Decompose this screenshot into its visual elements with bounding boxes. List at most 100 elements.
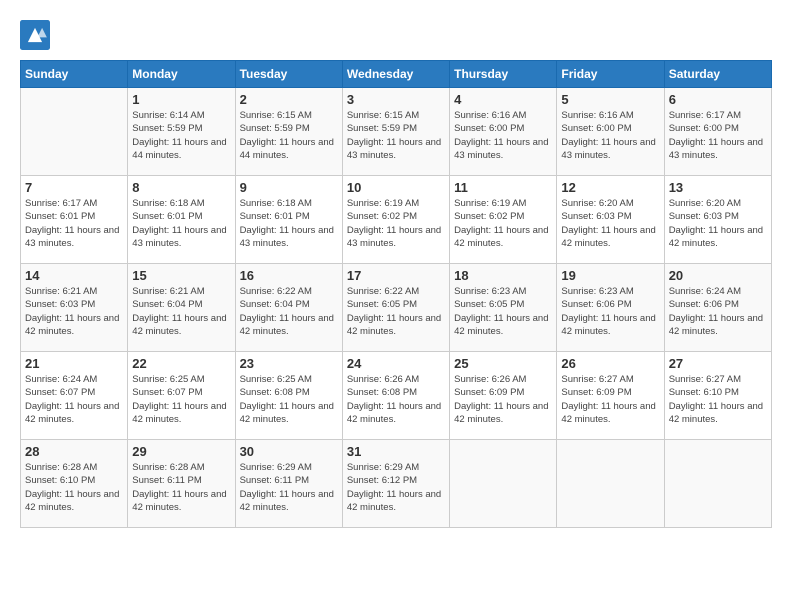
day-number: 11 — [454, 180, 552, 195]
day-number: 8 — [132, 180, 230, 195]
day-info: Sunrise: 6:25 AM Sunset: 6:08 PM Dayligh… — [240, 373, 338, 426]
calendar-week-row: 1 Sunrise: 6:14 AM Sunset: 5:59 PM Daylig… — [21, 88, 772, 176]
calendar-cell: 10 Sunrise: 6:19 AM Sunset: 6:02 PM Dayli… — [342, 176, 449, 264]
day-info: Sunrise: 6:24 AM Sunset: 6:06 PM Dayligh… — [669, 285, 767, 338]
day-info: Sunrise: 6:22 AM Sunset: 6:05 PM Dayligh… — [347, 285, 445, 338]
calendar-cell: 15 Sunrise: 6:21 AM Sunset: 6:04 PM Dayli… — [128, 264, 235, 352]
day-number: 24 — [347, 356, 445, 371]
header-saturday: Saturday — [664, 61, 771, 88]
day-info: Sunrise: 6:21 AM Sunset: 6:03 PM Dayligh… — [25, 285, 123, 338]
day-info: Sunrise: 6:27 AM Sunset: 6:09 PM Dayligh… — [561, 373, 659, 426]
day-number: 1 — [132, 92, 230, 107]
day-info: Sunrise: 6:16 AM Sunset: 6:00 PM Dayligh… — [561, 109, 659, 162]
day-number: 22 — [132, 356, 230, 371]
calendar-cell: 1 Sunrise: 6:14 AM Sunset: 5:59 PM Daylig… — [128, 88, 235, 176]
calendar-cell: 18Sunrise: 6:23 AM Sunset: 6:05 PM Dayli… — [450, 264, 557, 352]
calendar-cell: 3 Sunrise: 6:15 AM Sunset: 5:59 PM Daylig… — [342, 88, 449, 176]
calendar-cell: 8 Sunrise: 6:18 AM Sunset: 6:01 PM Daylig… — [128, 176, 235, 264]
day-info: Sunrise: 6:28 AM Sunset: 6:11 PM Dayligh… — [132, 461, 230, 514]
day-number: 4 — [454, 92, 552, 107]
calendar-cell: 24 Sunrise: 6:26 AM Sunset: 6:08 PM Dayli… — [342, 352, 449, 440]
day-number: 21 — [25, 356, 123, 371]
day-number: 20 — [669, 268, 767, 283]
day-info: Sunrise: 6:21 AM Sunset: 6:04 PM Dayligh… — [132, 285, 230, 338]
header-tuesday: Tuesday — [235, 61, 342, 88]
day-info: Sunrise: 6:18 AM Sunset: 6:01 PM Dayligh… — [132, 197, 230, 250]
day-info: Sunrise: 6:15 AM Sunset: 5:59 PM Dayligh… — [347, 109, 445, 162]
day-info: Sunrise: 6:19 AM Sunset: 6:02 PM Dayligh… — [347, 197, 445, 250]
day-info: Sunrise: 6:20 AM Sunset: 6:03 PM Dayligh… — [561, 197, 659, 250]
day-info: Sunrise: 6:15 AM Sunset: 5:59 PM Dayligh… — [240, 109, 338, 162]
day-info: Sunrise: 6:26 AM Sunset: 6:08 PM Dayligh… — [347, 373, 445, 426]
day-info: Sunrise: 6:26 AM Sunset: 6:09 PM Dayligh… — [454, 373, 552, 426]
calendar-cell — [664, 440, 771, 528]
calendar-cell — [21, 88, 128, 176]
day-number: 30 — [240, 444, 338, 459]
calendar-cell: 7Sunrise: 6:17 AM Sunset: 6:01 PM Daylig… — [21, 176, 128, 264]
day-number: 14 — [25, 268, 123, 283]
calendar-cell: 29Sunrise: 6:28 AM Sunset: 6:11 PM Dayli… — [128, 440, 235, 528]
day-info: Sunrise: 6:22 AM Sunset: 6:04 PM Dayligh… — [240, 285, 338, 338]
calendar-cell: 28Sunrise: 6:28 AM Sunset: 6:10 PM Dayli… — [21, 440, 128, 528]
calendar-cell: 19Sunrise: 6:23 AM Sunset: 6:06 PM Dayli… — [557, 264, 664, 352]
day-number: 16 — [240, 268, 338, 283]
day-number: 25 — [454, 356, 552, 371]
calendar-week-row: 28Sunrise: 6:28 AM Sunset: 6:10 PM Dayli… — [21, 440, 772, 528]
day-number: 2 — [240, 92, 338, 107]
calendar-cell: 23 Sunrise: 6:25 AM Sunset: 6:08 PM Dayli… — [235, 352, 342, 440]
calendar-cell: 5 Sunrise: 6:16 AM Sunset: 6:00 PM Daylig… — [557, 88, 664, 176]
calendar-week-row: 14 Sunrise: 6:21 AM Sunset: 6:03 PM Dayli… — [21, 264, 772, 352]
day-info: Sunrise: 6:29 AM Sunset: 6:12 PM Dayligh… — [347, 461, 445, 514]
day-number: 12 — [561, 180, 659, 195]
calendar-week-row: 7Sunrise: 6:17 AM Sunset: 6:01 PM Daylig… — [21, 176, 772, 264]
day-info: Sunrise: 6:23 AM Sunset: 6:06 PM Dayligh… — [561, 285, 659, 338]
calendar-cell: 11Sunrise: 6:19 AM Sunset: 6:02 PM Dayli… — [450, 176, 557, 264]
page-header — [20, 20, 772, 50]
calendar-cell: 16 Sunrise: 6:22 AM Sunset: 6:04 PM Dayli… — [235, 264, 342, 352]
day-info: Sunrise: 6:17 AM Sunset: 6:01 PM Dayligh… — [25, 197, 123, 250]
calendar-cell: 27 Sunrise: 6:27 AM Sunset: 6:10 PM Dayli… — [664, 352, 771, 440]
day-number: 28 — [25, 444, 123, 459]
day-info: Sunrise: 6:27 AM Sunset: 6:10 PM Dayligh… — [669, 373, 767, 426]
day-number: 10 — [347, 180, 445, 195]
day-number: 17 — [347, 268, 445, 283]
calendar-cell: 20 Sunrise: 6:24 AM Sunset: 6:06 PM Dayli… — [664, 264, 771, 352]
day-info: Sunrise: 6:24 AM Sunset: 6:07 PM Dayligh… — [25, 373, 123, 426]
calendar-table: SundayMondayTuesdayWednesdayThursdayFrid… — [20, 60, 772, 528]
calendar-cell: 2 Sunrise: 6:15 AM Sunset: 5:59 PM Daylig… — [235, 88, 342, 176]
header-friday: Friday — [557, 61, 664, 88]
day-info: Sunrise: 6:14 AM Sunset: 5:59 PM Dayligh… — [132, 109, 230, 162]
calendar-cell: 21 Sunrise: 6:24 AM Sunset: 6:07 PM Dayli… — [21, 352, 128, 440]
calendar-cell: 6 Sunrise: 6:17 AM Sunset: 6:00 PM Daylig… — [664, 88, 771, 176]
day-info: Sunrise: 6:23 AM Sunset: 6:05 PM Dayligh… — [454, 285, 552, 338]
calendar-cell — [450, 440, 557, 528]
logo-icon — [20, 20, 50, 50]
calendar-cell: 13Sunrise: 6:20 AM Sunset: 6:03 PM Dayli… — [664, 176, 771, 264]
calendar-cell: 31 Sunrise: 6:29 AM Sunset: 6:12 PM Dayli… — [342, 440, 449, 528]
day-number: 15 — [132, 268, 230, 283]
logo — [20, 20, 54, 50]
calendar-cell: 9Sunrise: 6:18 AM Sunset: 6:01 PM Daylig… — [235, 176, 342, 264]
day-number: 26 — [561, 356, 659, 371]
calendar-cell: 26 Sunrise: 6:27 AM Sunset: 6:09 PM Dayli… — [557, 352, 664, 440]
header-wednesday: Wednesday — [342, 61, 449, 88]
day-number: 6 — [669, 92, 767, 107]
day-number: 5 — [561, 92, 659, 107]
calendar-cell: 25 Sunrise: 6:26 AM Sunset: 6:09 PM Dayli… — [450, 352, 557, 440]
calendar-cell — [557, 440, 664, 528]
calendar-cell: 17 Sunrise: 6:22 AM Sunset: 6:05 PM Dayli… — [342, 264, 449, 352]
calendar-cell: 30 Sunrise: 6:29 AM Sunset: 6:11 PM Dayli… — [235, 440, 342, 528]
calendar-cell: 12 Sunrise: 6:20 AM Sunset: 6:03 PM Dayli… — [557, 176, 664, 264]
header-monday: Monday — [128, 61, 235, 88]
day-number: 9 — [240, 180, 338, 195]
calendar-header-row: SundayMondayTuesdayWednesdayThursdayFrid… — [21, 61, 772, 88]
day-info: Sunrise: 6:17 AM Sunset: 6:00 PM Dayligh… — [669, 109, 767, 162]
day-number: 27 — [669, 356, 767, 371]
day-number: 31 — [347, 444, 445, 459]
calendar-week-row: 21 Sunrise: 6:24 AM Sunset: 6:07 PM Dayli… — [21, 352, 772, 440]
day-number: 3 — [347, 92, 445, 107]
header-sunday: Sunday — [21, 61, 128, 88]
day-info: Sunrise: 6:16 AM Sunset: 6:00 PM Dayligh… — [454, 109, 552, 162]
day-info: Sunrise: 6:29 AM Sunset: 6:11 PM Dayligh… — [240, 461, 338, 514]
day-number: 23 — [240, 356, 338, 371]
